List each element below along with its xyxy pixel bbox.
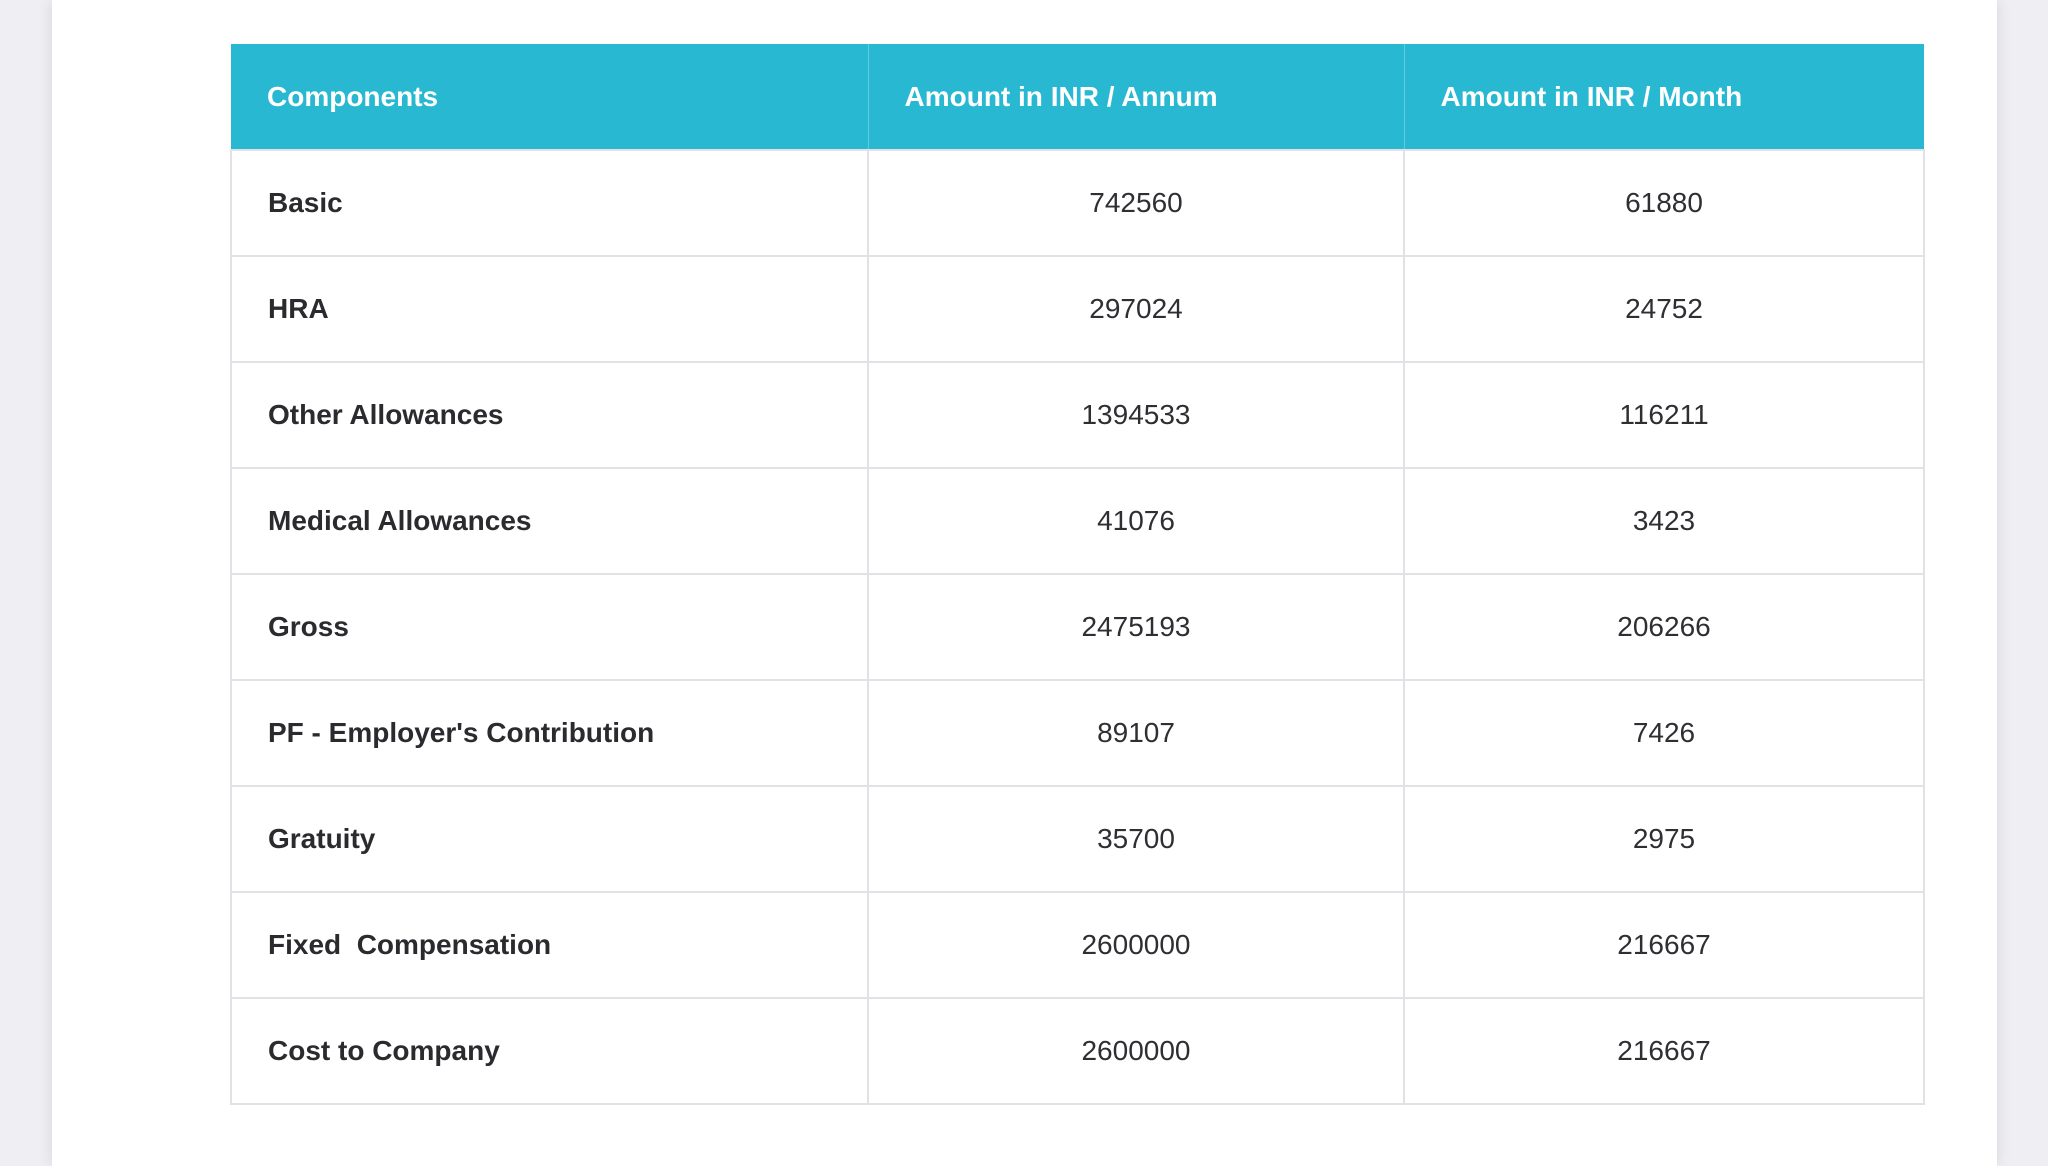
- annum-cell: 35700: [867, 785, 1405, 893]
- document-page: Components Amount in INR / Annum Amount …: [52, 0, 1997, 1166]
- component-cell: Gross: [230, 573, 869, 681]
- month-cell: 116211: [1403, 361, 1925, 469]
- table-row: Fixed Compensation 2600000 216667: [230, 891, 1925, 999]
- component-cell: PF - Employer's Contribution: [230, 679, 869, 787]
- month-cell: 206266: [1403, 573, 1925, 681]
- salary-breakup-table: Components Amount in INR / Annum Amount …: [230, 44, 1925, 1105]
- annum-cell: 1394533: [867, 361, 1405, 469]
- component-cell: Gratuity: [230, 785, 869, 893]
- component-cell: Medical Allowances: [230, 467, 869, 575]
- component-cell: Cost to Company: [230, 997, 869, 1105]
- month-cell: 216667: [1403, 997, 1925, 1105]
- header-amount-month: Amount in INR / Month: [1404, 44, 1924, 150]
- annum-cell: 2600000: [867, 997, 1405, 1105]
- annum-cell: 742560: [867, 149, 1405, 257]
- header-amount-annum: Amount in INR / Annum: [868, 44, 1405, 150]
- table-row: HRA 297024 24752: [230, 255, 1925, 363]
- component-cell: HRA: [230, 255, 869, 363]
- month-cell: 7426: [1403, 679, 1925, 787]
- component-cell: Fixed Compensation: [230, 891, 869, 999]
- month-cell: 24752: [1403, 255, 1925, 363]
- annum-cell: 2475193: [867, 573, 1405, 681]
- table-row: Medical Allowances 41076 3423: [230, 467, 1925, 575]
- table-row: Basic 742560 61880: [230, 149, 1925, 257]
- table-header-row: Components Amount in INR / Annum Amount …: [231, 44, 1924, 150]
- month-cell: 2975: [1403, 785, 1925, 893]
- component-cell: Other Allowances: [230, 361, 869, 469]
- table-row: Gross 2475193 206266: [230, 573, 1925, 681]
- annum-cell: 89107: [867, 679, 1405, 787]
- table-row: PF - Employer's Contribution 89107 7426: [230, 679, 1925, 787]
- annum-cell: 41076: [867, 467, 1405, 575]
- month-cell: 216667: [1403, 891, 1925, 999]
- component-cell: Basic: [230, 149, 869, 257]
- month-cell: 3423: [1403, 467, 1925, 575]
- header-components: Components: [231, 44, 869, 150]
- table-row: Other Allowances 1394533 116211: [230, 361, 1925, 469]
- table-row: Gratuity 35700 2975: [230, 785, 1925, 893]
- annum-cell: 297024: [867, 255, 1405, 363]
- month-cell: 61880: [1403, 149, 1925, 257]
- table-row: Cost to Company 2600000 216667: [230, 997, 1925, 1105]
- annum-cell: 2600000: [867, 891, 1405, 999]
